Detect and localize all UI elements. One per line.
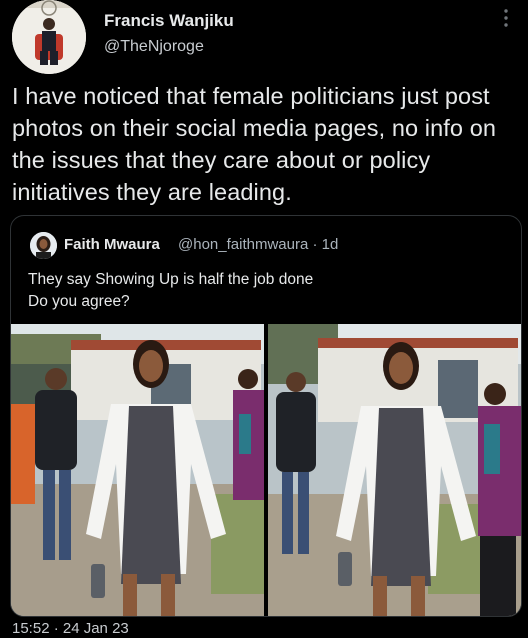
author-avatar[interactable] xyxy=(12,0,86,74)
tweet-text: I have noticed that female politicians j… xyxy=(12,83,497,205)
author-display-name[interactable]: Francis Wanjiku xyxy=(104,11,234,31)
author-handle[interactable]: @TheNjoroge xyxy=(104,38,204,56)
quoted-text-line-1: They say Showing Up is half the job done xyxy=(28,271,314,288)
quoted-text-line-2: Do you agree? xyxy=(28,293,130,310)
quoted-author-handle-time[interactable]: @hon_faithmwaura · 1d xyxy=(178,236,338,253)
quoted-photo-2[interactable] xyxy=(268,324,521,616)
quoted-tweet-card[interactable]: Faith Mwaura @hon_faithmwaura · 1d They … xyxy=(10,215,522,617)
quoted-author-name[interactable]: Faith Mwaura xyxy=(64,236,160,253)
more-vertical-icon[interactable] xyxy=(496,7,516,29)
quoted-tweet-text: They say Showing Up is half the job done… xyxy=(28,269,313,313)
quoted-photo-1[interactable] xyxy=(11,324,264,616)
tweet-timestamp[interactable]: 15:52 · 24 Jan 23 xyxy=(12,620,129,637)
quoted-author-avatar[interactable] xyxy=(30,232,57,259)
